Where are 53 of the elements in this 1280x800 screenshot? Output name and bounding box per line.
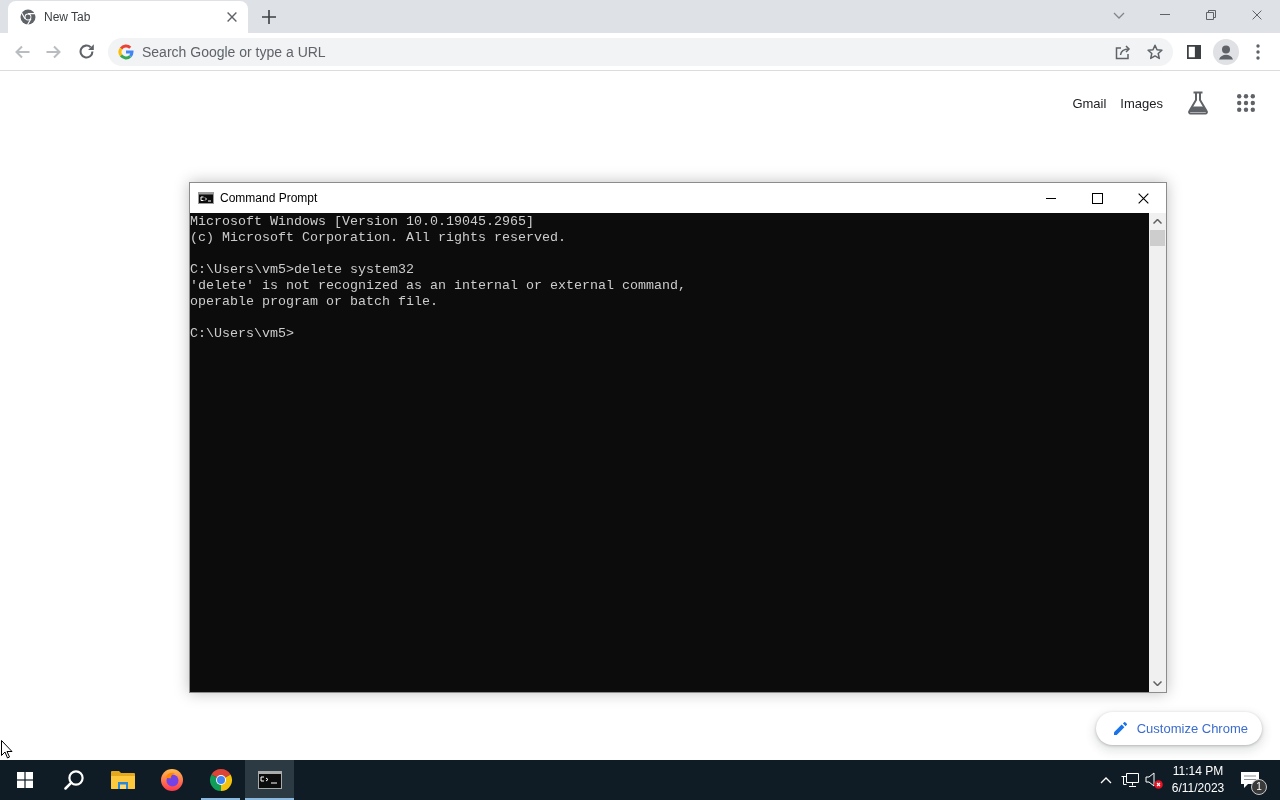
console-line: 'delete' is not recognized as an internal or external command, xyxy=(190,278,686,294)
browser-tab[interactable]: New Tab xyxy=(8,1,248,33)
clock-button[interactable]: 11:14 PM 6/11/2023 xyxy=(1166,760,1230,800)
window-title: Command Prompt xyxy=(220,191,318,205)
command-prompt-button[interactable] xyxy=(245,760,294,800)
close-icon xyxy=(227,12,237,22)
notification-badge: 1 xyxy=(1251,779,1267,795)
plus-icon xyxy=(262,9,276,24)
firefox-logo-icon xyxy=(159,768,184,792)
star-icon xyxy=(1147,43,1163,60)
search-icon xyxy=(63,770,84,790)
console-line: (c) Microsoft Corporation. All rights reserved. xyxy=(190,230,566,246)
header-link[interactable]: Images xyxy=(1120,95,1163,111)
address-field[interactable]: Search Google or type a URL xyxy=(142,41,1105,62)
close-icon xyxy=(1252,9,1262,20)
notifications-button[interactable]: 1 xyxy=(1232,760,1268,800)
chrome-logo-icon xyxy=(208,768,233,792)
header-link[interactable]: Gmail xyxy=(1072,95,1107,111)
address-bar[interactable]: Search Google or type a URL xyxy=(108,37,1173,66)
profile-button[interactable] xyxy=(1212,37,1240,66)
restore-icon xyxy=(1206,9,1216,20)
scroll-down-icon xyxy=(1153,681,1162,686)
minimize-icon xyxy=(1160,14,1170,15)
maximize-icon xyxy=(1091,192,1103,204)
close-icon xyxy=(1137,192,1149,204)
google-g-icon xyxy=(118,43,134,60)
terminal-icon xyxy=(257,771,282,789)
chevron-up-icon xyxy=(1100,776,1112,784)
folder-icon xyxy=(110,770,135,790)
console-line: Microsoft Windows [Version 10.0.19045.2965] xyxy=(190,214,534,230)
reload-icon xyxy=(78,44,94,59)
scrollbar[interactable] xyxy=(1149,213,1166,692)
chevron-down-icon xyxy=(1113,11,1125,19)
windows-logo-icon xyxy=(16,772,33,788)
browser-logo-icon xyxy=(20,9,36,25)
scroll-up-icon xyxy=(1153,219,1162,224)
pencil-icon xyxy=(1113,722,1127,735)
scrollbar-thumb[interactable] xyxy=(1150,230,1165,246)
flask-icon xyxy=(1187,91,1209,115)
console-line: C:\Users\vm5> xyxy=(190,326,294,342)
customize-button[interactable]: Customize Chrome xyxy=(1095,712,1262,745)
share-icon xyxy=(1115,43,1131,60)
apps-grid-icon xyxy=(1237,94,1255,112)
menu-icon xyxy=(1256,43,1260,60)
console-icon xyxy=(198,192,214,204)
back-arrow-icon xyxy=(14,44,30,59)
minimize-icon xyxy=(1046,197,1056,199)
console-line: operable program or batch file. xyxy=(190,294,438,310)
side-panel-icon xyxy=(1187,44,1201,59)
profile-avatar-icon xyxy=(1213,38,1239,65)
forward-arrow-icon xyxy=(46,44,62,59)
console-line: C:\Users\vm5>delete system32 xyxy=(190,262,414,278)
network-icon xyxy=(1121,772,1139,788)
